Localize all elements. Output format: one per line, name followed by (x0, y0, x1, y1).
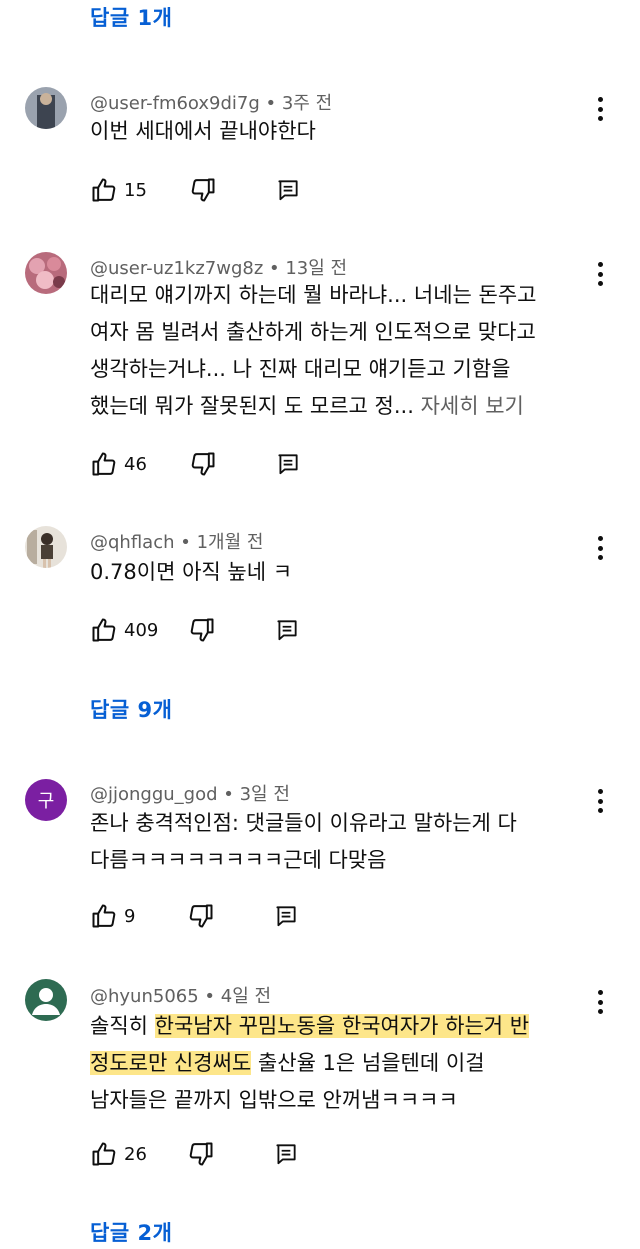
comment-time: 13일 전 (285, 258, 348, 279)
reply-button[interactable] (274, 617, 300, 643)
reply-comment-icon (278, 180, 298, 201)
reply-comment-icon (277, 620, 297, 641)
avatar[interactable] (25, 979, 67, 1021)
dislike-button[interactable] (189, 450, 217, 478)
thumb-up-icon (92, 904, 116, 928)
like-button[interactable]: 26 (90, 1140, 147, 1168)
like-button[interactable]: 15 (90, 176, 147, 204)
dislike-button[interactable] (187, 1140, 215, 1168)
comment-time: 3주 전 (281, 93, 333, 114)
like-count: 409 (124, 619, 159, 641)
comment-text: 대리모 얘기까지 하는데 뭘 바라냐... 너네는 돈주고 여자 몸 빌려서 출… (90, 283, 537, 418)
thumb-down-icon (191, 618, 214, 642)
comment-time: 1개월 전 (196, 532, 264, 553)
comment-meta: @jjonggu_god • 3일 전 (90, 784, 290, 805)
like-count: 26 (124, 1143, 147, 1165)
comment-text: 이번 세대에서 끝내야한다 (90, 119, 316, 143)
comment-time: 3일 전 (239, 784, 290, 805)
reply-comment-icon (278, 454, 298, 475)
reply-comment-icon (276, 1144, 296, 1165)
thumb-up-icon (92, 618, 116, 642)
thumb-down-icon (190, 904, 213, 928)
reply-button[interactable] (273, 1141, 299, 1167)
comment-text: 존나 충격적인점: 댓글들이 이유라고 말하는게 다 다름ㅋㅋㅋㅋㅋㅋㅋㅋ근데 … (90, 811, 517, 872)
thumb-up-icon (92, 1142, 116, 1166)
comment-author[interactable]: @user-fm6ox9di7g (90, 93, 260, 114)
like-button[interactable]: 9 (90, 902, 135, 930)
comment-author[interactable]: @jjonggu_god (90, 784, 218, 805)
avatar-photo (25, 87, 67, 129)
highlighted-text: 정도로만 신경써도 (90, 1051, 252, 1075)
comment-text: 0.78이면 아직 높네 ㅋ (90, 560, 293, 584)
like-count: 46 (124, 453, 147, 475)
comment-author[interactable]: @hyun5065 (90, 986, 199, 1007)
comment-actions: 46 (90, 449, 301, 479)
dislike-button[interactable] (189, 176, 217, 204)
avatar-photo (25, 526, 67, 568)
dislike-button[interactable] (187, 902, 215, 930)
comment-meta: @user-fm6ox9di7g • 3주 전 (90, 93, 333, 114)
default-user-icon (32, 988, 60, 1015)
comment-author[interactable]: @user-uz1kz7wg8z (90, 258, 263, 279)
thumb-down-icon (191, 452, 215, 476)
avatar[interactable] (25, 252, 67, 294)
avatar[interactable] (25, 526, 67, 568)
dislike-button[interactable] (188, 616, 216, 644)
replies-link-9[interactable]: 답글 9개 (90, 694, 172, 724)
comment-text: 솔직히 한국남자 꾸밈노동을 한국여자가 하는거 반 정도로만 신경써도 출산율… (90, 1014, 530, 1112)
like-count: 15 (124, 179, 147, 201)
reply-comment-icon (276, 906, 297, 927)
comment-meta: @qhflach • 1개월 전 (90, 532, 264, 553)
like-count: 9 (124, 905, 136, 927)
comment-actions: 9 (90, 901, 299, 931)
thumb-down-icon (189, 1142, 213, 1166)
reply-button[interactable] (275, 451, 301, 477)
read-more-link[interactable]: 자세히 보기 (421, 394, 524, 418)
comment-author[interactable]: @qhflach (90, 532, 175, 553)
avatar-letter: 구 (37, 791, 55, 812)
comment-actions: 409 (90, 615, 300, 645)
highlighted-text: 한국남자 꾸밈노동을 한국여자가 하는거 반 (154, 1014, 530, 1038)
comment-meta: @hyun5065 • 4일 전 (90, 986, 272, 1007)
like-button[interactable]: 46 (90, 450, 147, 478)
avatar[interactable]: 구 (25, 779, 67, 821)
reply-button[interactable] (275, 177, 301, 203)
reply-button[interactable] (273, 903, 299, 929)
thumb-down-icon (191, 178, 215, 202)
avatar[interactable] (25, 87, 67, 129)
comment-actions: 15 (90, 175, 301, 205)
comment-actions: 26 (90, 1139, 299, 1169)
thumb-up-icon (92, 178, 116, 202)
like-button[interactable]: 409 (90, 616, 158, 644)
comment-time: 4일 전 (220, 986, 272, 1007)
avatar-photo (25, 252, 67, 294)
replies-link-2[interactable]: 답글 2개 (90, 1217, 172, 1247)
thumb-up-icon (92, 452, 116, 476)
replies-link-top[interactable]: 답글 1개 (90, 2, 172, 32)
